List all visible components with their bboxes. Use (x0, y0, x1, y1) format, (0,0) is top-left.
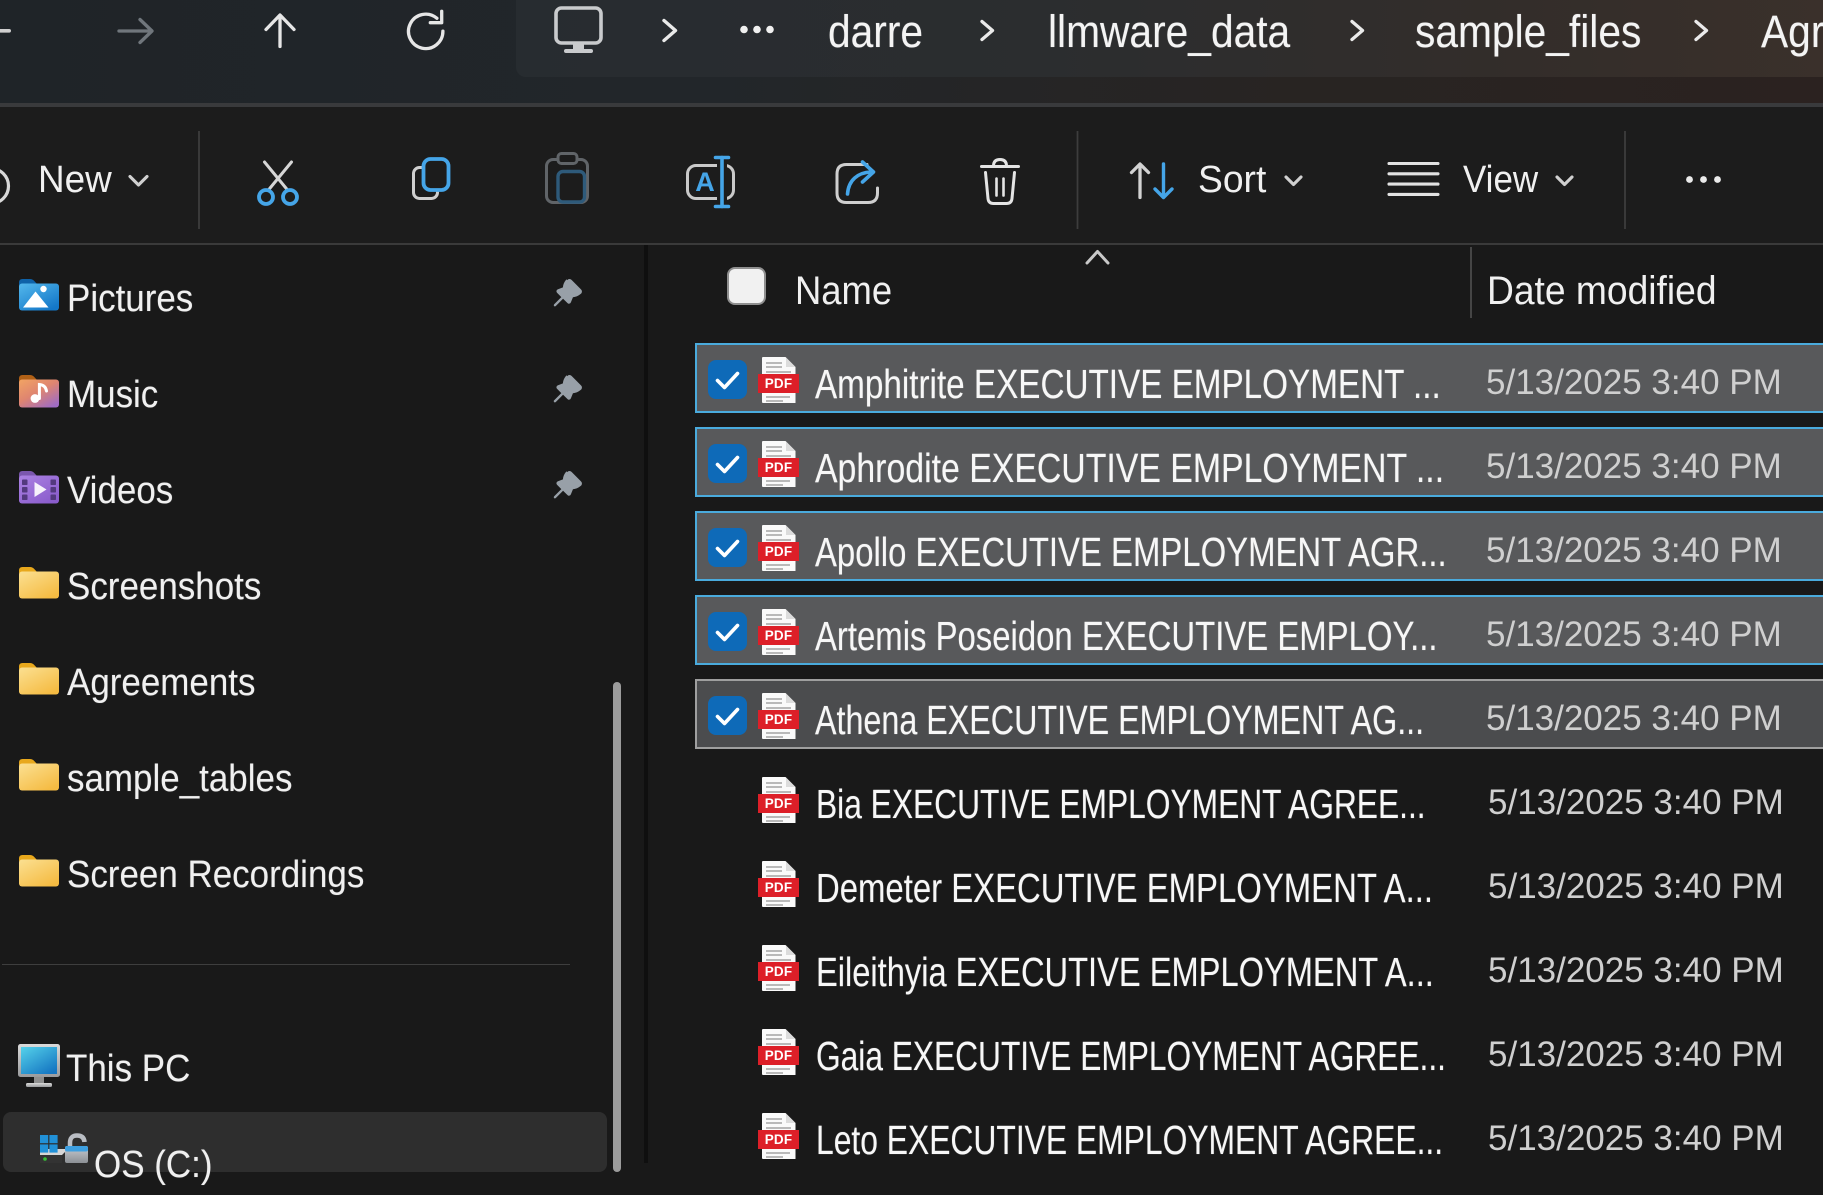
svg-text:A: A (695, 167, 715, 197)
